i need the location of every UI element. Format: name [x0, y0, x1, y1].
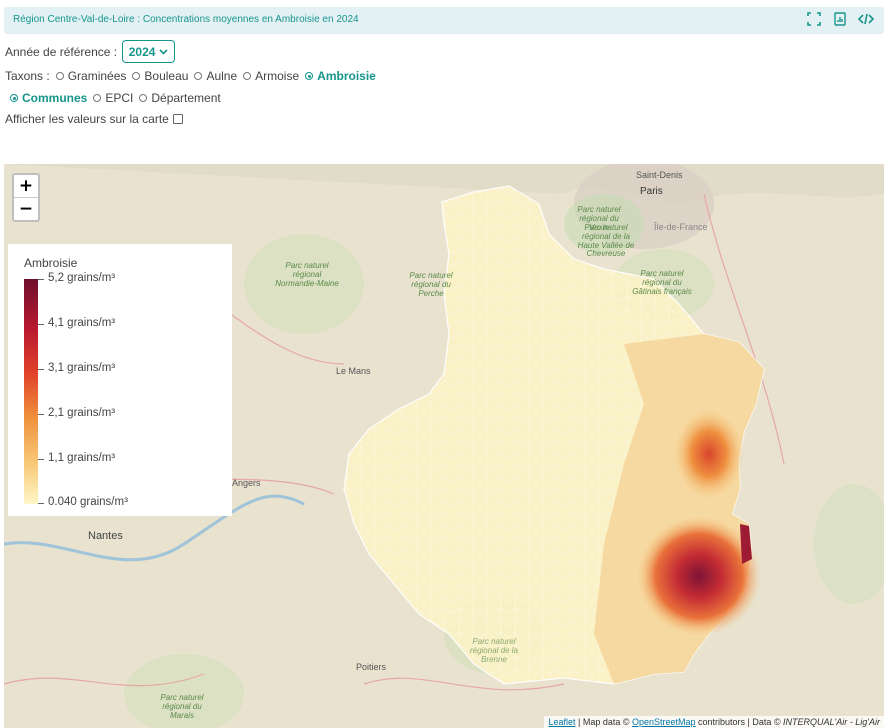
show-values-checkbox[interactable]	[172, 114, 183, 124]
legend-tick	[38, 503, 44, 504]
attribution-text: | Map data ©	[575, 717, 632, 727]
radio-icon	[55, 72, 64, 80]
taxon-graminees-radio[interactable]: Graminées	[55, 69, 126, 83]
radio-selected-icon	[305, 72, 314, 80]
legend-label: 2,1 grains/m³	[48, 407, 116, 419]
zoom-in-button[interactable]: +	[14, 175, 38, 197]
legend-label: 3,1 grains/m³	[48, 362, 116, 374]
chart-export-icon[interactable]	[832, 11, 848, 27]
year-label: Année de référence :	[5, 44, 118, 59]
legend-label: 4,1 grains/m³	[48, 317, 116, 329]
year-value: 2024	[128, 44, 156, 59]
legend-title: Ambroisie	[24, 256, 78, 270]
zoom-control: + −	[12, 173, 40, 222]
radio-icon	[132, 72, 141, 80]
level-communes-radio[interactable]: Communes	[10, 91, 87, 105]
legend-tick	[38, 324, 44, 325]
radio-icon	[194, 72, 203, 80]
legend-label-max: 5,2 grains/m³	[48, 272, 116, 284]
place-le-mans: Le Mans	[336, 366, 371, 376]
radio-icon	[139, 94, 148, 102]
legend-color-bar	[24, 279, 38, 504]
year-select[interactable]: 2024	[122, 40, 176, 63]
park-perche: Parc naturel régional du Perche	[409, 271, 453, 298]
park-brenne: Parc naturel régional de la Brenne	[469, 637, 519, 664]
park-normandie-maine: Parc naturel régional Normandie-Maine	[275, 261, 339, 288]
level-epci-radio[interactable]: EPCI	[93, 91, 133, 105]
show-values-label: Afficher les valeurs sur la carte	[5, 112, 169, 126]
title-actions	[806, 11, 874, 27]
place-paris: Paris	[640, 186, 663, 197]
place-poitiers: Poitiers	[356, 662, 387, 672]
taxons-row: Taxons : Graminées Bouleau Aulne Armoise…	[5, 69, 382, 83]
legend-tick	[38, 279, 44, 280]
place-nantes: Nantes	[88, 530, 123, 542]
map-attribution: Leaflet | Map data © OpenStreetMap contr…	[544, 716, 884, 728]
region-idf: Île-de-France	[654, 222, 708, 232]
park-chevreuse: Parc naturel régional de la Haute Vallée…	[577, 223, 635, 259]
year-row: Année de référence : 2024	[5, 40, 176, 63]
place-saint-denis: Saint-Denis	[636, 170, 683, 180]
taxon-ambroisie-radio[interactable]: Ambroisie	[305, 69, 376, 83]
park-gatinais: Parc naturel régional du Gâtinais frança…	[632, 269, 692, 296]
show-values-row: Afficher les valeurs sur la carte	[5, 112, 183, 126]
page-title: Région Centre-Val-de-Loire : Concentrati…	[13, 14, 359, 25]
map[interactable]: Paris Saint-Denis Île-de-France Le Mans …	[4, 164, 884, 728]
taxon-aulne-radio[interactable]: Aulne	[194, 69, 237, 83]
radio-icon	[243, 72, 252, 80]
legend-tick	[38, 369, 44, 370]
embed-code-icon[interactable]	[858, 11, 874, 27]
fullscreen-icon[interactable]	[806, 11, 822, 27]
legend-tick	[38, 414, 44, 415]
park-marais: Parc naturel régional du Marais	[160, 693, 204, 720]
chevron-down-icon	[159, 48, 168, 55]
legend-tick	[38, 459, 44, 460]
radio-icon	[93, 94, 102, 102]
zoom-out-button[interactable]: −	[14, 197, 38, 220]
legend-label: 1,1 grains/m³	[48, 452, 116, 464]
attribution-text: contributors | Data	[695, 717, 774, 727]
taxons-label: Taxons :	[5, 69, 50, 83]
legend: Ambroisie 5,2 grains/m³ 4,1 grains/m³ 3,…	[8, 244, 232, 516]
data-credit: © INTERQUAL'Air - Lig'Air	[773, 717, 880, 727]
level-departement-radio[interactable]: Département	[139, 91, 221, 105]
osm-link[interactable]: OpenStreetMap	[632, 717, 696, 727]
level-row: Communes EPCI Département	[10, 91, 227, 105]
title-bar: Région Centre-Val-de-Loire : Concentrati…	[4, 7, 884, 34]
place-angers: Angers	[232, 478, 261, 488]
taxon-bouleau-radio[interactable]: Bouleau	[132, 69, 188, 83]
leaflet-link[interactable]: Leaflet	[548, 717, 575, 727]
taxon-armoise-radio[interactable]: Armoise	[243, 69, 299, 83]
legend-label-min: 0.040 grains/m³	[48, 496, 128, 508]
radio-selected-icon	[10, 94, 18, 102]
